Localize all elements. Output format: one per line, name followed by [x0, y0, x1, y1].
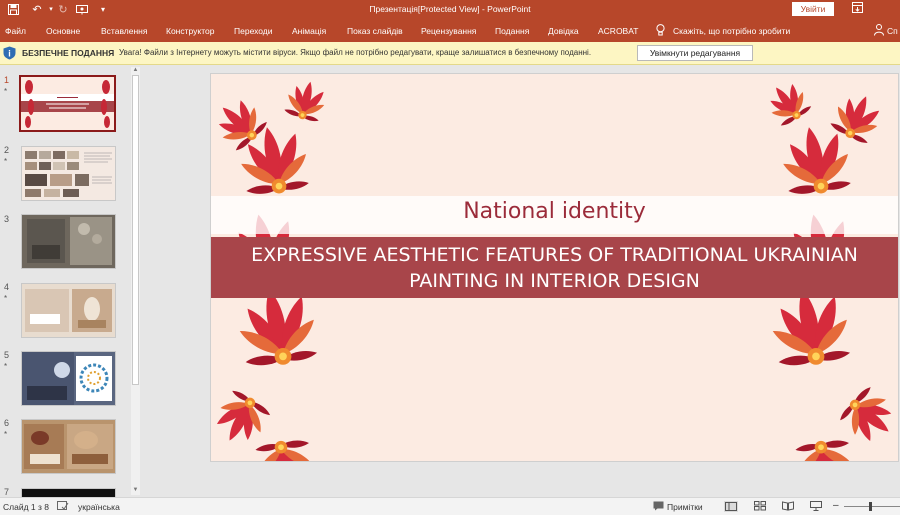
thumbnail-animation-mark: * — [4, 294, 8, 303]
thumbnail-scrollbar[interactable]: ▲ ▼ — [131, 67, 140, 495]
thumbnail-number: 7 — [4, 487, 10, 497]
thumbnail-animation-mark: * — [4, 430, 8, 439]
tab-view[interactable]: Подання — [495, 26, 529, 36]
protected-view-bar: i БЕЗПЕЧНЕ ПОДАННЯ Увага! Файли з Інтерн… — [0, 42, 900, 65]
slide-thumbnail-3[interactable] — [21, 214, 116, 269]
thumbnail-animation-mark: * — [4, 157, 8, 166]
protected-view-message: Увага! Файли з Інтернету можуть містити … — [119, 48, 592, 57]
protected-view-title: БЕЗПЕЧНЕ ПОДАННЯ — [22, 48, 115, 58]
shield-icon: i — [3, 46, 16, 60]
tab-slide-show[interactable]: Показ слайдів — [347, 26, 403, 36]
slide-counter: Слайд 1 з 8 — [3, 502, 49, 512]
slide-thumbnail-6[interactable] — [21, 419, 116, 474]
lightbulb-icon — [656, 24, 665, 39]
language-indicator[interactable]: українська — [78, 502, 120, 512]
notes-icon[interactable] — [653, 501, 665, 511]
thumbnail-number: 1 — [4, 75, 10, 85]
enable-editing-button[interactable]: Увімкнути редагування — [637, 45, 753, 61]
notes-button[interactable]: Примітки — [667, 502, 703, 512]
tell-me-search[interactable]: Скажіть, що потрібно зробити — [673, 26, 790, 36]
scroll-down-arrow-icon[interactable]: ▼ — [131, 487, 140, 495]
share-icon[interactable] — [874, 24, 884, 38]
window-title: Презентація[Protected View] - PowerPoint — [369, 4, 531, 14]
thumbnail-number: 6 — [4, 418, 10, 428]
title-bar: ↶ ▾ ↻ ▾ Презентація[Protected View] - Po… — [0, 0, 900, 20]
slide-thumbnail-4[interactable] — [21, 283, 116, 338]
tab-file[interactable]: Файл — [5, 26, 26, 36]
normal-view-icon[interactable] — [724, 501, 738, 512]
slide-thumbnail-7[interactable] — [21, 488, 116, 497]
zoom-slider-handle[interactable] — [869, 502, 872, 511]
thumbnail-number: 3 — [4, 214, 10, 224]
svg-text:i: i — [8, 49, 11, 59]
tab-design[interactable]: Конструктор — [166, 26, 214, 36]
tab-acrobat[interactable]: ACROBAT — [598, 26, 638, 36]
zoom-slider[interactable] — [844, 506, 900, 507]
ribbon-display-options-icon[interactable] — [852, 2, 863, 16]
slide-subtitle[interactable]: EXPRESSIVE AESTHETIC FEATURES OF TRADITI… — [241, 242, 868, 294]
zoom-out-icon[interactable]: – — [833, 500, 839, 511]
thumbnail-number: 2 — [4, 145, 10, 155]
tab-insert[interactable]: Вставлення — [101, 26, 147, 36]
ribbon-tabs: Файл Основне Вставлення Конструктор Пере… — [0, 20, 900, 42]
scrollbar-thumb[interactable] — [132, 75, 139, 385]
thumbnail-animation-mark: * — [4, 362, 8, 371]
tab-review[interactable]: Рецензування — [421, 26, 476, 36]
slide-title[interactable]: National identity — [211, 199, 898, 224]
slide-thumbnail-5[interactable] — [21, 351, 116, 406]
tab-transitions[interactable]: Переходи — [234, 26, 273, 36]
tab-animations[interactable]: Анімація — [292, 26, 326, 36]
reading-view-icon[interactable] — [782, 501, 794, 511]
tab-home[interactable]: Основне — [46, 26, 80, 36]
current-slide[interactable]: National identity EXPRESSIVE AESTHETIC F… — [210, 73, 899, 462]
slide-sorter-view-icon[interactable] — [754, 501, 766, 511]
slide-thumbnails-pane[interactable]: 1 * 2 * 3 4 * 5 * 6 * 7 ▲ ▼ — [0, 65, 143, 497]
scroll-up-arrow-icon[interactable]: ▲ — [131, 67, 140, 75]
status-bar: Слайд 1 з 8 українська Примітки – — [0, 497, 900, 515]
sign-in-button[interactable]: Увійти — [792, 2, 834, 16]
thumbnail-number: 4 — [4, 282, 10, 292]
thumbnail-number: 5 — [4, 350, 10, 360]
tab-help[interactable]: Довідка — [548, 26, 579, 36]
slide-show-view-icon[interactable] — [810, 501, 822, 511]
slide-thumbnail-2[interactable] — [21, 146, 116, 201]
spelling-check-icon[interactable] — [57, 501, 69, 511]
share-button[interactable]: Сп — [887, 26, 898, 36]
slide-thumbnail-1[interactable] — [19, 75, 116, 132]
thumbnail-animation-mark: * — [4, 87, 8, 96]
